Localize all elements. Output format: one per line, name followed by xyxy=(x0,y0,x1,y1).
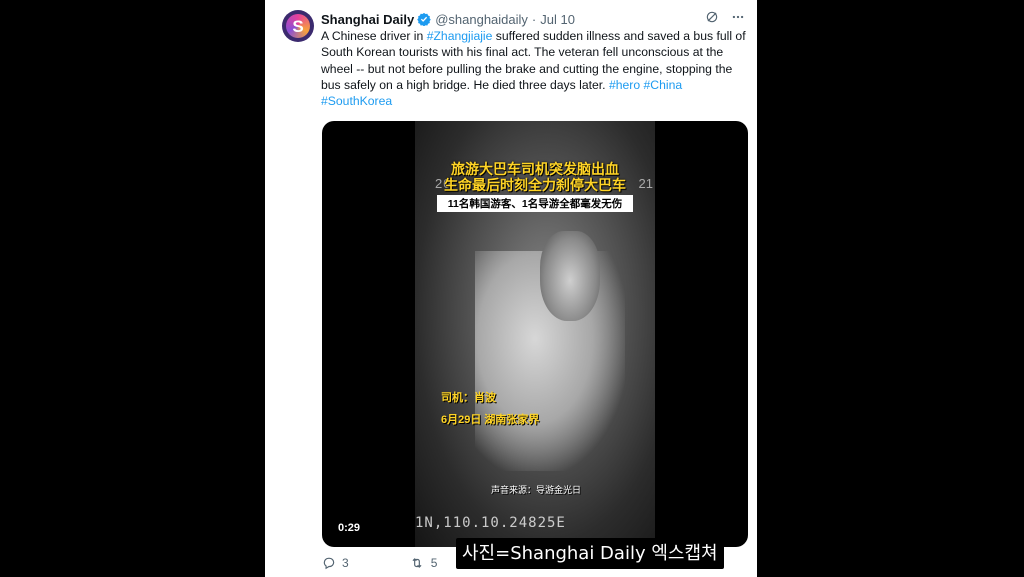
photo-credit-subtitle: 사진=Shanghai Daily 엑스캡쳐 xyxy=(456,538,724,569)
video-caption-line2: 生命最后时刻全力刹停大巴车 xyxy=(444,177,626,193)
hashtag-link[interactable]: #China xyxy=(644,78,683,92)
video-timestamp: 0:29 xyxy=(338,522,361,534)
tweet-actions: 3 5 xyxy=(322,556,437,570)
hashtag-link[interactable]: #SouthKorea xyxy=(321,94,392,108)
avatar[interactable]: S xyxy=(282,10,314,42)
video-frame: 20 21 旅游大巴车司机突发脑出血 生命最后时刻全力刹停大巴车 11名韩国游客… xyxy=(415,121,655,547)
hashtag-link[interactable]: #hero xyxy=(609,78,640,92)
video-player[interactable]: 20 21 旅游大巴车司机突发脑出血 生命最后时刻全力刹停大巴车 11名韩国游客… xyxy=(322,121,748,547)
tweet-card: S Shanghai Daily @shanghaidaily · Jul 10… xyxy=(265,0,757,577)
cctv-coordinates: 1N,110.10.24825E xyxy=(415,515,566,531)
driver-label: 司机：肖波 xyxy=(441,392,496,404)
tweet-date[interactable]: Jul 10 xyxy=(540,12,575,27)
avatar-letter: S xyxy=(292,16,304,36)
avatar-logo: S xyxy=(286,14,310,38)
author-handle[interactable]: @shanghaidaily xyxy=(435,12,528,27)
tweet-header: Shanghai Daily @shanghaidaily · Jul 10 xyxy=(321,10,575,28)
verified-badge-icon xyxy=(417,12,431,26)
hashtag-link[interactable]: #Zhangjiajie xyxy=(427,29,493,43)
tweet-top-actions xyxy=(705,10,745,24)
author-name[interactable]: Shanghai Daily xyxy=(321,12,414,27)
driver-head xyxy=(540,231,600,321)
grok-icon[interactable] xyxy=(705,10,719,24)
audio-source: 声音来源：导游金光日 xyxy=(491,485,582,495)
retweet-count: 5 xyxy=(430,556,438,570)
retweet-icon xyxy=(412,558,422,568)
date-location: 6月29日 湖南张家界 xyxy=(441,414,540,426)
tweet-text-segment: A Chinese driver in xyxy=(321,29,427,43)
reply-button[interactable]: 3 xyxy=(322,556,349,570)
reply-icon xyxy=(323,557,335,570)
retweet-button[interactable]: 5 xyxy=(409,556,438,570)
tweet-text: A Chinese driver in #Zhangjiajie suffere… xyxy=(321,28,747,109)
separator-dot: · xyxy=(531,11,537,27)
video-caption-line3: 11名韩国游客、1名导游全都毫发无伤 xyxy=(437,195,633,212)
reply-count: 3 xyxy=(342,556,349,570)
more-icon[interactable] xyxy=(731,10,745,24)
